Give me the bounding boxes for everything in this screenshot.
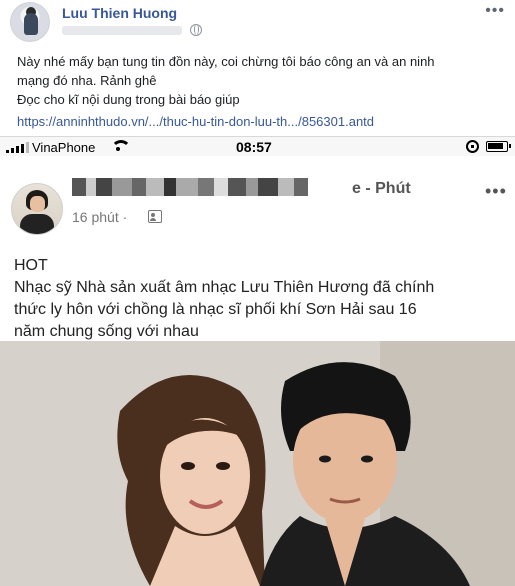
friends-audience-icon xyxy=(148,210,162,223)
couple-photo-illustration xyxy=(0,341,515,586)
wifi-icon xyxy=(110,140,131,152)
separator-dot: · xyxy=(122,209,128,225)
phone-screenshot: VinaPhone 08:57 e - Phút 16 phút · ••• H… xyxy=(0,136,515,586)
status-time: 08:57 xyxy=(236,139,272,155)
avatar-figure xyxy=(24,13,38,35)
status-bar: VinaPhone 08:57 xyxy=(0,136,515,156)
post-text-line: mạng đó nha. Rảnh ghê xyxy=(17,73,157,88)
shared-text-line: HOT xyxy=(14,257,48,274)
shared-more-options-icon[interactable]: ••• xyxy=(485,181,507,202)
avatar-face xyxy=(30,196,45,212)
post-meta xyxy=(62,24,222,36)
author-name[interactable]: Luu Thien Huong xyxy=(62,5,177,21)
shared-post-time-text: 16 phút xyxy=(72,209,119,225)
more-options-icon[interactable]: ••• xyxy=(485,2,505,20)
shared-author-avatar[interactable] xyxy=(11,183,63,235)
shared-post-photo[interactable] xyxy=(0,341,515,586)
author-avatar[interactable] xyxy=(10,2,50,42)
globe-icon xyxy=(190,24,202,36)
shared-post-text: HOT Nhạc sỹ Nhà sản xuất âm nhạc Lưu Thi… xyxy=(14,255,504,343)
avatar-body xyxy=(20,214,54,234)
shared-text-line: năm chung sống với nhau xyxy=(14,323,199,340)
battery-icon xyxy=(486,141,511,152)
shared-post: e - Phút 16 phút · ••• HOT Nhạc sỹ Nhà s… xyxy=(0,156,515,586)
shared-author-name-pixelated[interactable]: e - Phút xyxy=(72,178,462,200)
post-header: Luu Thien Huong ••• xyxy=(10,2,505,42)
name-tail: e - Phút xyxy=(352,180,411,197)
carrier-name: VinaPhone xyxy=(32,140,96,155)
post-text-line: Này nhé mấy bạn tung tin đồn này, coi ch… xyxy=(17,54,435,69)
signal-icon xyxy=(6,142,30,153)
shared-text-line: thức ly hôn với chồng là nhạc sĩ phối kh… xyxy=(14,301,417,318)
blurred-timestamp xyxy=(62,26,182,35)
facebook-post: Luu Thien Huong ••• Này nhé mấy bạn tung… xyxy=(0,0,515,140)
article-link[interactable]: https://anninhthudo.vn/.../thuc-hu-tin-d… xyxy=(17,114,374,129)
shared-text-line: Nhạc sỹ Nhà sản xuất âm nhạc Lưu Thiên H… xyxy=(14,279,435,296)
post-text: Này nhé mấy bạn tung tin đồn này, coi ch… xyxy=(17,52,497,109)
shared-post-time: 16 phút · xyxy=(72,209,127,225)
post-text-line: Đọc cho kĩ nội dung trong bài báo giúp xyxy=(17,92,240,107)
rotation-lock-icon xyxy=(466,140,479,153)
